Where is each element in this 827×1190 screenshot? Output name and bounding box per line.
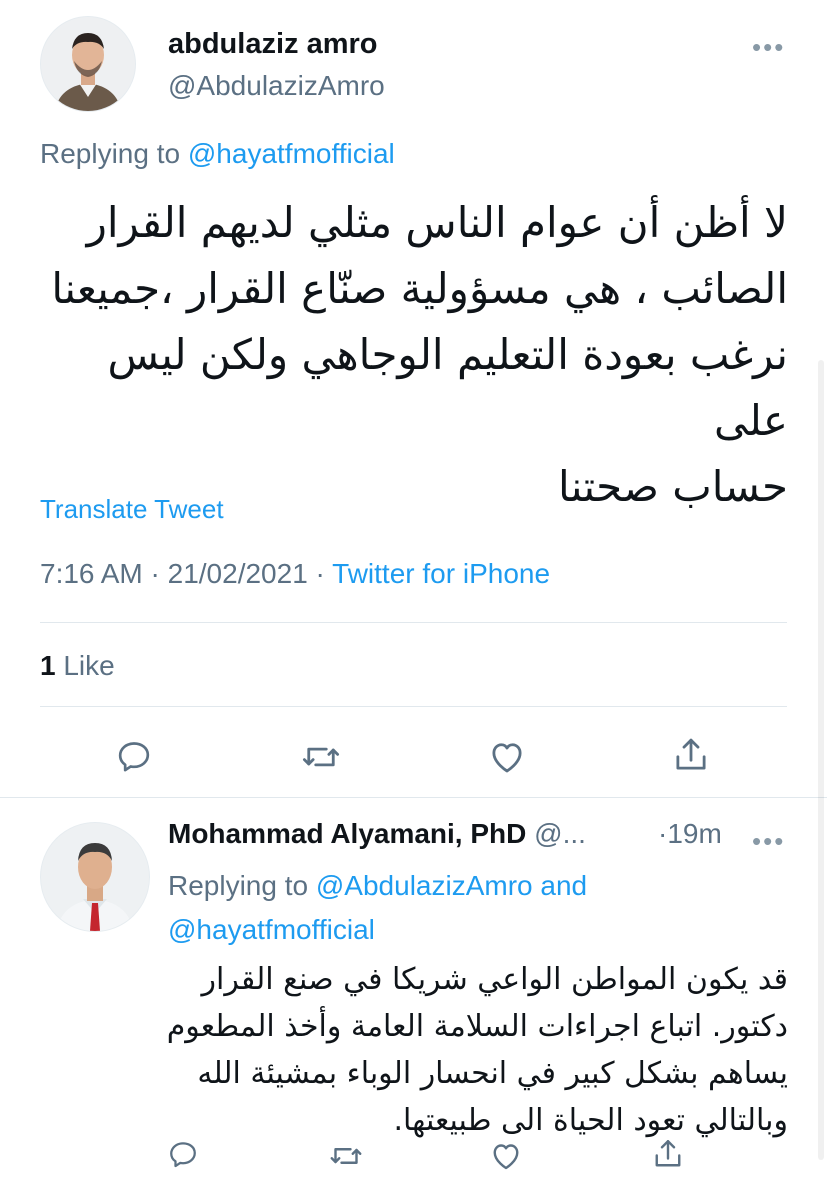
reply-author-handle[interactable]: @... [534, 818, 586, 849]
likes-label: Like [63, 650, 115, 681]
tweet-source-link[interactable]: Twitter for iPhone [332, 558, 550, 589]
reply-icon [170, 1142, 196, 1168]
reply-time-separator: · [658, 818, 668, 849]
reply-time[interactable]: 19m [667, 818, 721, 849]
reply-more-options-button[interactable]: ••• [752, 828, 785, 854]
reply-reply-button[interactable] [166, 1137, 200, 1171]
reply-text-line: وبالتالي تعود الحياة الى طبيعتها. [393, 1103, 788, 1138]
likes-count: 1 [40, 650, 56, 681]
tweet-text: لا أظن أن عوام الناس مثلي لديهم القرار ا… [40, 190, 788, 520]
author-avatar[interactable] [40, 16, 136, 112]
reply-replying-to: Replying to @AbdulazizAmro and @hayatfmo… [168, 864, 768, 952]
divider [40, 622, 787, 623]
tweet-text-line: لا أظن أن عوام الناس مثلي لديهم القرار [86, 198, 788, 247]
tweet-date: 21/02/2021 [167, 558, 308, 589]
reply-author-name[interactable]: Mohammad Alyamani, PhD [168, 818, 526, 849]
reply-time-group: ·19m [658, 818, 722, 850]
replying-to-and: and [540, 870, 588, 901]
reply-like-button[interactable] [488, 1138, 524, 1174]
reply-text-line: يساهم بشكل كبير في انحسار الوباء بمشيئة … [197, 1056, 788, 1091]
reply-button[interactable] [114, 736, 154, 776]
like-icon [493, 1144, 519, 1170]
divider [40, 706, 787, 707]
meta-separator: · [315, 558, 325, 589]
reply-author-avatar[interactable] [40, 822, 150, 932]
reply-retweet-button[interactable] [328, 1138, 364, 1174]
share-icon [676, 738, 706, 770]
avatar-photo [41, 823, 149, 931]
reply-header: Mohammad Alyamani, PhD @... [168, 818, 586, 850]
replying-to-handle[interactable]: @AbdulazizAmro [316, 870, 533, 901]
like-button[interactable] [486, 736, 528, 778]
reply-share-button[interactable] [650, 1136, 686, 1172]
replying-to: Replying to @hayatfmofficial [40, 138, 395, 170]
reply-text: قد يكون المواطن الواعي شريكا في صنع القر… [150, 956, 788, 1144]
retweet-icon [302, 747, 340, 767]
replying-to-handle[interactable]: @hayatfmofficial [188, 138, 395, 169]
more-options-button[interactable]: ••• [752, 34, 785, 60]
tweet-meta: 7:16 AM · 21/02/2021 · Twitter for iPhon… [40, 558, 550, 590]
tweet-text-line: الصائب ، هي مسؤولية صنّاع القرار ،جميعنا [51, 264, 788, 313]
tweet-time: 7:16 AM [40, 558, 143, 589]
share-icon [655, 1140, 681, 1167]
share-button[interactable] [670, 734, 712, 776]
likes-count-link[interactable]: 1 Like [40, 650, 115, 682]
retweet-icon [330, 1148, 362, 1164]
meta-separator: · [150, 558, 160, 589]
translate-tweet-link[interactable]: Translate Tweet [40, 494, 224, 525]
reply-text-line: دكتور. اتباع اجراءات السلامة العامة وأخذ… [166, 1009, 788, 1044]
tweet-separator [0, 797, 827, 798]
like-icon [492, 743, 522, 773]
reply-text-line: قد يكون المواطن الواعي شريكا في صنع القر… [201, 962, 788, 997]
replying-to-handle[interactable]: @hayatfmofficial [168, 914, 375, 945]
tweet-text-line: نرغب بعودة التعليم الوجاهي ولكن ليس على [107, 330, 788, 445]
scrollbar[interactable] [818, 360, 824, 1160]
author-name[interactable]: abdulaziz amro [168, 28, 378, 61]
replying-to-prefix: Replying to [168, 870, 309, 901]
replying-to-prefix: Replying to [40, 138, 181, 169]
reply-icon [118, 742, 150, 772]
author-handle[interactable]: @AbdulazizAmro [168, 70, 385, 102]
avatar-photo [41, 17, 135, 111]
retweet-button[interactable] [300, 736, 342, 778]
